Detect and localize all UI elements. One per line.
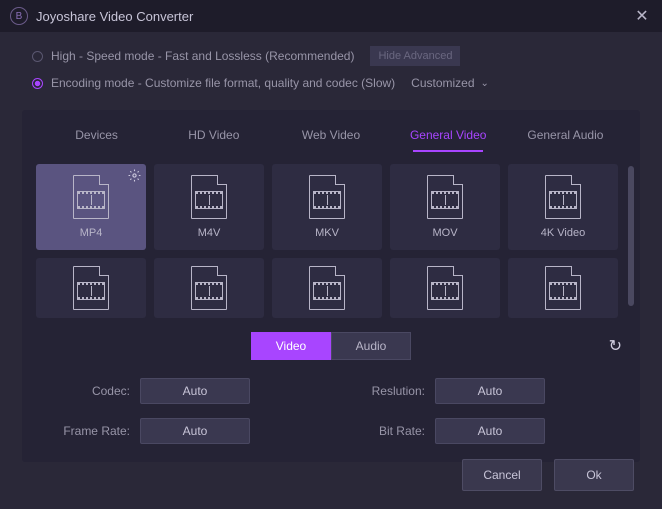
radio-icon bbox=[32, 51, 43, 62]
format-mkv[interactable]: MKV bbox=[272, 164, 382, 250]
mode-label: Encoding mode - Customize file format, q… bbox=[51, 76, 395, 90]
close-icon[interactable]: ✕ bbox=[632, 6, 652, 26]
tab-devices[interactable]: Devices bbox=[38, 120, 155, 152]
file-video-icon bbox=[191, 266, 227, 310]
format-m4v[interactable]: M4V bbox=[154, 164, 264, 250]
category-tabs: Devices HD Video Web Video General Video… bbox=[22, 110, 640, 152]
dropdown-label: Customized bbox=[411, 76, 474, 90]
cancel-button[interactable]: Cancel bbox=[462, 459, 542, 491]
tab-audio[interactable]: Audio bbox=[331, 332, 411, 360]
format-label: MP4 bbox=[80, 227, 103, 239]
video-audio-tabs: Video Audio bbox=[40, 332, 622, 360]
format-item[interactable] bbox=[36, 258, 146, 318]
param-codec: Codec: Auto bbox=[50, 378, 317, 404]
codec-dropdown[interactable]: Auto bbox=[140, 378, 250, 404]
gear-icon[interactable] bbox=[128, 169, 141, 185]
mode-high-speed[interactable]: High - Speed mode - Fast and Lossless (R… bbox=[32, 46, 630, 66]
format-label: MKV bbox=[315, 227, 339, 239]
chevron-down-icon: ⌄ bbox=[481, 78, 489, 89]
file-video-icon bbox=[73, 175, 109, 219]
mode-encoding[interactable]: Encoding mode - Customize file format, q… bbox=[32, 76, 630, 90]
format-label: M4V bbox=[198, 227, 221, 239]
tab-video[interactable]: Video bbox=[251, 332, 331, 360]
encoding-settings: Video Audio ↻ Codec: Auto Reslution: Aut… bbox=[40, 332, 622, 444]
mode-label: High - Speed mode - Fast and Lossless (R… bbox=[51, 49, 354, 63]
ok-button[interactable]: Ok bbox=[554, 459, 634, 491]
param-label: Frame Rate: bbox=[50, 424, 130, 438]
format-grid: MP4 M4V MKV MOV 4K Video bbox=[22, 152, 626, 326]
tab-general-video[interactable]: General Video bbox=[390, 120, 507, 152]
param-bit-rate: Bit Rate: Auto bbox=[345, 418, 612, 444]
scrollbar[interactable] bbox=[626, 152, 640, 326]
format-item[interactable] bbox=[508, 258, 618, 318]
file-video-icon bbox=[545, 175, 581, 219]
footer-buttons: Cancel Ok bbox=[0, 459, 662, 491]
tab-hd-video[interactable]: HD Video bbox=[155, 120, 272, 152]
format-4k-video[interactable]: 4K Video bbox=[508, 164, 618, 250]
file-video-icon bbox=[427, 175, 463, 219]
param-label: Reslution: bbox=[345, 384, 425, 398]
file-video-icon bbox=[309, 175, 345, 219]
format-mov[interactable]: MOV bbox=[390, 164, 500, 250]
tab-web-video[interactable]: Web Video bbox=[272, 120, 389, 152]
file-video-icon bbox=[545, 266, 581, 310]
hide-advanced-button[interactable]: Hide Advanced bbox=[370, 46, 460, 66]
format-label: MOV bbox=[432, 227, 457, 239]
app-logo-icon: B bbox=[10, 7, 28, 25]
titlebar: B Joyoshare Video Converter ✕ bbox=[0, 0, 662, 32]
customized-dropdown[interactable]: Customized ⌄ bbox=[411, 76, 489, 90]
format-label: 4K Video bbox=[541, 227, 585, 239]
tab-general-audio[interactable]: General Audio bbox=[507, 120, 624, 152]
format-item[interactable] bbox=[272, 258, 382, 318]
param-label: Codec: bbox=[50, 384, 130, 398]
param-resolution: Reslution: Auto bbox=[345, 378, 612, 404]
param-frame-rate: Frame Rate: Auto bbox=[50, 418, 317, 444]
radio-icon bbox=[32, 78, 43, 89]
file-video-icon bbox=[73, 266, 109, 310]
param-label: Bit Rate: bbox=[345, 424, 425, 438]
format-item[interactable] bbox=[390, 258, 500, 318]
refresh-icon[interactable]: ↻ bbox=[609, 336, 622, 356]
scrollbar-thumb[interactable] bbox=[628, 166, 634, 306]
main-panel: Devices HD Video Web Video General Video… bbox=[22, 110, 640, 462]
format-mp4[interactable]: MP4 bbox=[36, 164, 146, 250]
file-video-icon bbox=[427, 266, 463, 310]
frame-rate-dropdown[interactable]: Auto bbox=[140, 418, 250, 444]
file-video-icon bbox=[309, 266, 345, 310]
file-video-icon bbox=[191, 175, 227, 219]
mode-selection: High - Speed mode - Fast and Lossless (R… bbox=[0, 32, 662, 110]
window-title: Joyoshare Video Converter bbox=[36, 9, 632, 24]
format-item[interactable] bbox=[154, 258, 264, 318]
bit-rate-dropdown[interactable]: Auto bbox=[435, 418, 545, 444]
resolution-dropdown[interactable]: Auto bbox=[435, 378, 545, 404]
